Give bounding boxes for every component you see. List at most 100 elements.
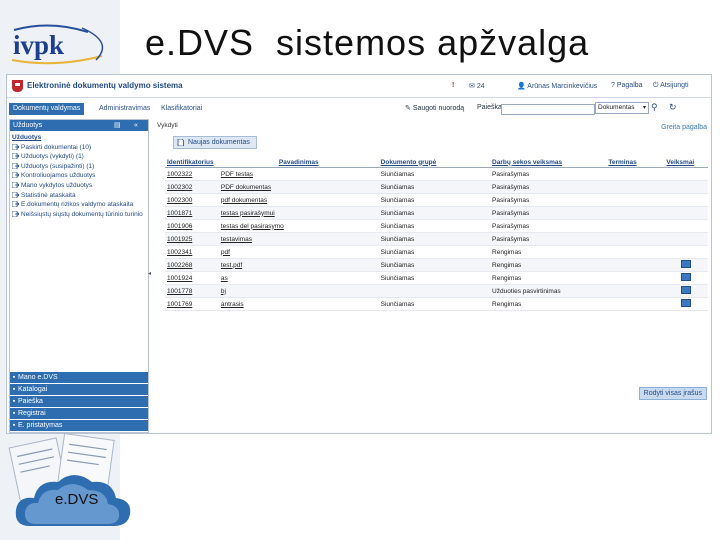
cell-doc-group: [378, 284, 491, 298]
user-name[interactable]: 👤 Arūnas Marcinkevičius: [517, 82, 597, 90]
cell-title[interactable]: testas pasirašymui: [218, 206, 379, 220]
cell-title[interactable]: test.pdf: [218, 258, 379, 272]
cell-id[interactable]: 1001778: [165, 284, 219, 298]
task-arrow-icon: [12, 172, 20, 179]
col-workflow-step[interactable]: Darbų sekos veiksmas: [490, 157, 607, 168]
sidebar-task-item[interactable]: Kontroliuojamos užduotys: [12, 171, 146, 181]
cell-id[interactable]: 1001769: [165, 297, 219, 311]
app-title: Elektroninė dokumentų valdymo sistema: [27, 81, 183, 90]
table-row[interactable]: 1002341 pdf Siunčiamas Rengimas: [165, 245, 708, 259]
sidebar-task-item[interactable]: Mano vykdytos užduotys: [12, 181, 146, 191]
sidebar-tasks-header-item[interactable]: Užduotys: [12, 133, 146, 143]
sidebar: Užduotys ▤ « Užduotys Paskirti dokumentai…: [9, 119, 149, 433]
cell-deadline: [606, 245, 665, 259]
sidebar-task-item[interactable]: Neišsiųstų siųstų dokumentų tūrinio turi…: [12, 210, 146, 220]
cell-title[interactable]: bj: [218, 284, 379, 298]
col-doc-group[interactable]: Dokumento grupė: [378, 157, 491, 168]
tab-document-management[interactable]: Dokumentų valdymas: [9, 103, 85, 115]
sidebar-section-my-edvs[interactable]: ▪ Mano e.DVS: [10, 371, 148, 383]
sidebar-section-registers[interactable]: ▪ Registrai: [10, 407, 148, 419]
cell-id[interactable]: 1001925: [165, 232, 219, 246]
table-row[interactable]: 1001778 bj Užduoties pasvirtinimas: [165, 284, 708, 298]
cell-id[interactable]: 1002341: [165, 245, 219, 259]
cell-id[interactable]: 1001906: [165, 219, 219, 233]
col-deadline[interactable]: Terminas: [606, 157, 665, 168]
task-arrow-icon: [12, 200, 20, 208]
cell-id[interactable]: 1001924: [165, 271, 219, 285]
alert-icon[interactable]: !: [452, 82, 454, 89]
cell-doc-group: Siunčiamas: [378, 258, 491, 272]
col-title[interactable]: Pavadinimas: [218, 157, 379, 168]
open-document-icon[interactable]: [681, 299, 692, 307]
cell-doc-group: Siunčiamas: [378, 297, 491, 311]
cell-workflow-step: Užduoties pasvirtinimas: [490, 284, 607, 298]
col-id[interactable]: Identifikatorius: [165, 157, 219, 168]
search-icon[interactable]: ⚲: [651, 102, 658, 113]
open-document-icon[interactable]: [681, 273, 692, 281]
cell-title[interactable]: as: [218, 271, 379, 285]
tab-administration[interactable]: Administravimas: [95, 103, 154, 115]
tab-classifiers[interactable]: Klasifikatoriai: [157, 103, 206, 115]
sidebar-task-item[interactable]: Užduotys (susipažinti) (1): [12, 162, 146, 172]
table-row[interactable]: 1002322 PDF testas Siunčiamas Pasirašymas: [165, 167, 708, 181]
cell-title[interactable]: PDF testas: [218, 167, 379, 181]
table-row[interactable]: 1001871 testas pasirašymui Siunčiamas Pasir…: [165, 206, 708, 220]
table-row[interactable]: 1001924 as Siunčiamas Rengimas: [165, 271, 708, 285]
cell-deadline: [606, 206, 665, 220]
document-icon: [177, 139, 184, 146]
cell-deadline: [606, 219, 665, 233]
help-link[interactable]: ? Pagalba: [611, 82, 643, 89]
cell-id[interactable]: 1002302: [165, 180, 219, 194]
table-body: 1002322 PDF testas Siunčiamas Pasirašymas 10…: [165, 167, 708, 311]
table-header-row: Identifikatorius Pavadinimas Dokumento g…: [165, 157, 708, 168]
cell-actions: [664, 206, 708, 220]
sidebar-task-item[interactable]: Užduotys (vykdyti) (1): [12, 152, 146, 162]
chevron-down-icon: ▾: [642, 105, 646, 111]
task-arrow-icon: [12, 181, 20, 189]
table-row[interactable]: 1001769 antrasis Siunčiamas Rengimas: [165, 297, 708, 311]
sidebar-item-label: Kontroliuojamos užduotys: [21, 172, 96, 180]
sidebar-section-search[interactable]: ▪ Paieška: [10, 395, 148, 407]
sidebar-task-item[interactable]: Paskirti dokumentai (10): [12, 143, 146, 153]
refresh-icon[interactable]: ↻: [669, 102, 677, 113]
cell-title[interactable]: testas del pasirasymo: [218, 219, 379, 233]
sidebar-task-item[interactable]: E.dokumentų rizikos valdymo ataskaita: [12, 200, 146, 210]
cell-id[interactable]: 1001871: [165, 206, 219, 220]
table-row[interactable]: 1001906 testas del pasirasymo Siunčiamas Pa…: [165, 219, 708, 233]
task-arrow-icon: [12, 152, 20, 160]
tab-execute[interactable]: Vykdyti: [157, 122, 178, 129]
sidebar-task-item[interactable]: Statistinė ataskaita: [12, 191, 146, 201]
sidebar-section-catalogs[interactable]: ▪ Katalogai: [10, 383, 148, 395]
table-row[interactable]: 1002302 PDF dokumentas Siunčiamas Pasirašym…: [165, 180, 708, 194]
sidebar-item-label: Neišsiųstų siųstų dokumentų tūrinio turi…: [21, 210, 143, 218]
open-document-icon[interactable]: [681, 286, 692, 294]
save-link-button[interactable]: ✎ Saugoti nuorodą: [405, 104, 464, 112]
table-row[interactable]: 1002300 pdf dokumentas Siunčiamas Pasirašym…: [165, 193, 708, 207]
cell-doc-group: Siunčiamas: [378, 271, 491, 285]
collapse-icon[interactable]: «: [134, 120, 138, 131]
folder-icon[interactable]: ▤: [114, 120, 121, 131]
cell-deadline: [606, 167, 665, 181]
open-document-icon[interactable]: [681, 260, 692, 268]
table-row[interactable]: 1001925 testavimas Siunčiamas Pasirašymas: [165, 232, 708, 246]
cell-workflow-step: Rengimas: [490, 258, 607, 272]
cell-id[interactable]: 1002268: [165, 258, 219, 272]
quick-help-link[interactable]: Greita pagalba: [661, 124, 707, 131]
show-all-button[interactable]: Rodyti visas įrašus: [638, 387, 707, 400]
cell-title[interactable]: antrasis: [218, 297, 379, 311]
cell-title[interactable]: pdf: [218, 245, 379, 259]
cell-title[interactable]: PDF dokumentas: [218, 180, 379, 194]
cell-doc-group: Siunčiamas: [378, 245, 491, 259]
cell-title[interactable]: testavimas: [218, 232, 379, 246]
cell-actions: [664, 258, 708, 272]
cell-id[interactable]: 1002322: [165, 167, 219, 181]
splitter-arrow-icon[interactable]: ◂: [148, 270, 151, 277]
search-input[interactable]: [501, 104, 595, 115]
logout-link[interactable]: ⏻ Atsijungti: [653, 82, 689, 90]
cell-id[interactable]: 1002300: [165, 193, 219, 207]
cell-title[interactable]: pdf dokumentas: [218, 193, 379, 207]
search-scope-select[interactable]: Dokumentas ▾: [595, 102, 649, 114]
message-counter[interactable]: ✉ 24: [469, 82, 485, 90]
table-row[interactable]: 1002268 test.pdf Siunčiamas Rengimas: [165, 258, 708, 272]
new-document-button[interactable]: Naujas dokumentas: [173, 136, 257, 149]
